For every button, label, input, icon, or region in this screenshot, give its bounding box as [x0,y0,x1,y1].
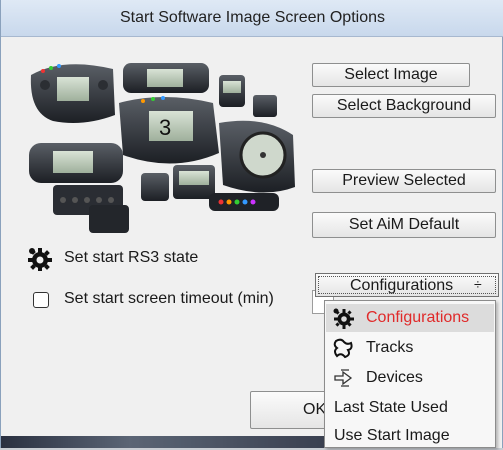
rs3-state-label: Set start RS3 state [64,249,199,266]
menu-item-label: Devices [366,369,423,386]
menu-item-devices[interactable]: Devices [326,364,494,392]
menu-item-configurations[interactable]: Configurations [326,304,494,332]
preview-selected-button[interactable]: Preview Selected [312,169,496,193]
menu-item-label: Use Start Image [334,427,450,444]
menu-item-use-start-image[interactable]: Use Start Image [326,422,494,450]
start-image-options-dialog: Start Software Image Screen Options 3 Se… [0,0,503,448]
svg-text:3: 3 [159,115,171,140]
menu-item-tracks[interactable]: Tracks [326,334,494,362]
rs3-state-gear-icon [28,248,52,271]
set-aim-default-button[interactable]: Set AiM Default [312,212,496,238]
dropdown-menu: Configurations Tracks Devices Last State… [324,300,496,448]
menu-item-label: Last State Used [334,399,448,416]
select-background-button[interactable]: Select Background [312,94,496,118]
start-state-dropdown[interactable]: Configurations ÷ [315,273,499,297]
aim-devices-image: 3 [29,63,295,233]
menu-item-last-state-used[interactable]: Last State Used [326,394,494,422]
ok-button[interactable]: OK [250,391,330,429]
title-bar: Start Software Image Screen Options [1,0,503,37]
track-outline-icon [333,338,353,359]
menu-item-label: Configurations [366,309,470,326]
timeout-label: Set start screen timeout (min) [64,290,274,307]
dropdown-selected-value: Configurations [350,277,454,294]
devices-arrows-icon [334,369,353,387]
configurations-gear-icon [333,308,354,329]
menu-item-label: Tracks [366,339,414,356]
dialog-title: Start Software Image Screen Options [119,9,385,26]
select-image-button[interactable]: Select Image [312,63,470,87]
timeout-checkbox[interactable] [33,292,49,308]
dropdown-spinner-icon: ÷ [474,276,482,292]
background-window-strip [1,436,324,448]
